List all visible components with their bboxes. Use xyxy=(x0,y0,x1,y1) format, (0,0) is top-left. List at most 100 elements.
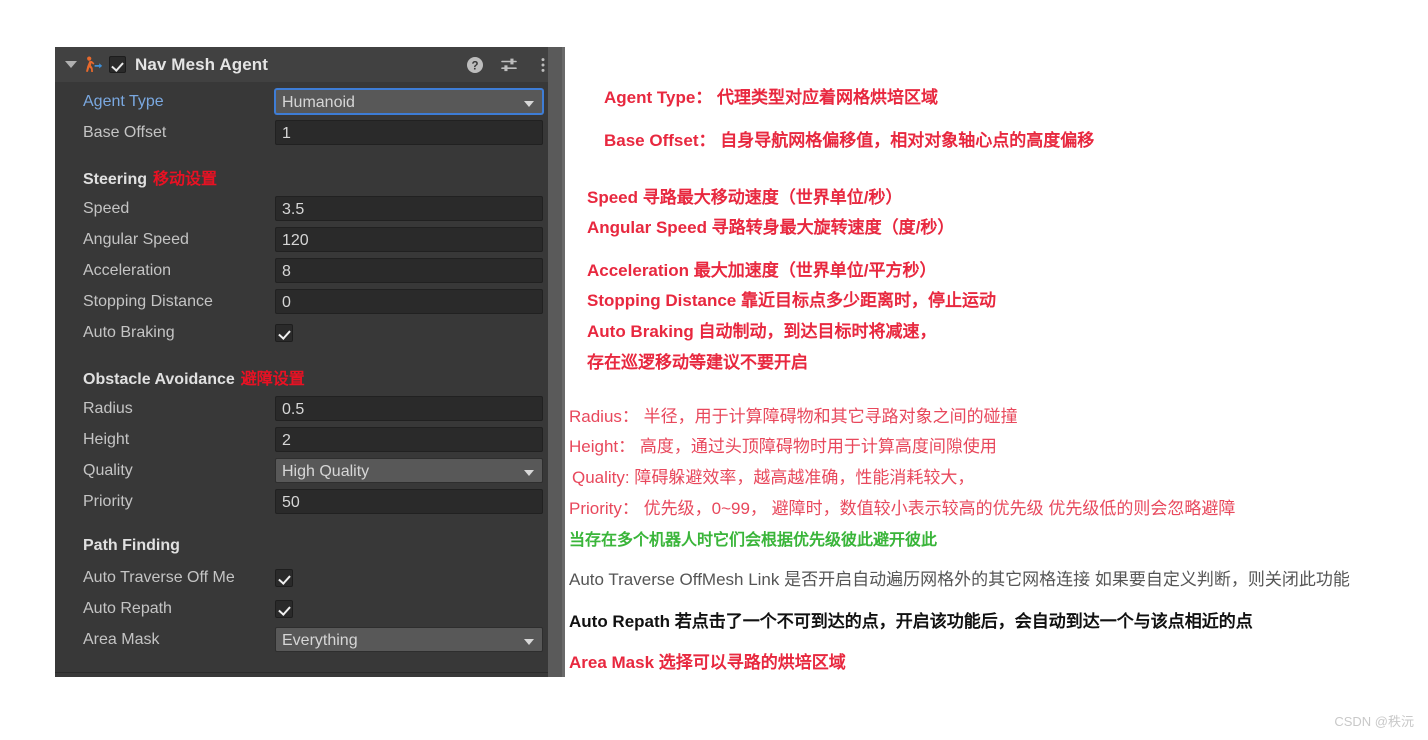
annotation-agent-type-note: Agent Type： 代理类型对应着网格烘培区域 xyxy=(604,88,939,107)
section-title-annotation: 避障设置 xyxy=(240,371,305,388)
property-row-area-mask: Area Mask Everything xyxy=(55,624,562,655)
svg-text:?: ? xyxy=(471,60,478,72)
property-label: Height xyxy=(83,430,130,448)
dropdown-quality[interactable]: High Quality xyxy=(275,458,543,483)
checkbox-auto-braking[interactable] xyxy=(275,323,293,342)
property-label: Auto Traverse Off Me xyxy=(83,568,235,586)
section-header-obstacle-avoidance: Obstacle Avoidance 避障设置 xyxy=(55,361,562,393)
section-title-wrap: Steering 移动设置 xyxy=(83,165,562,189)
input-angular-speed[interactable]: 120 xyxy=(275,227,543,252)
property-label: Area Mask xyxy=(83,630,160,648)
property-row-angular-speed: Angular Speed 120 xyxy=(55,224,562,255)
property-label: Stopping Distance xyxy=(83,292,213,310)
input-height[interactable]: 2 xyxy=(275,427,543,452)
annotation-radius-note: Radius： 半径，用于计算障碍物和其它寻路对象之间的碰撞 xyxy=(569,407,1018,426)
input-speed[interactable]: 3.5 xyxy=(275,196,543,221)
watermark: CSDN @秩沅 xyxy=(1334,714,1414,729)
property-label: Radius xyxy=(83,399,133,417)
annotation-priority-note-green: 当存在多个机器人时它们会根据优先级彼此避开彼此 xyxy=(569,532,938,549)
property-row-agent-type: Agent Type Humanoid xyxy=(55,86,562,117)
field-value: 0 xyxy=(282,294,291,311)
property-row-auto-repath: Auto Repath xyxy=(55,593,562,624)
inspector-body: Agent Type Humanoid Base Offset 1 Steering 移动… xyxy=(55,82,562,655)
section-title: Steering xyxy=(83,171,148,188)
property-label: Speed xyxy=(83,199,130,217)
vertical-scrollbar[interactable] xyxy=(548,47,562,677)
property-label: Quality xyxy=(83,461,133,479)
property-row-auto-braking: Auto Braking xyxy=(55,317,562,348)
property-row-base-offset: Base Offset 1 xyxy=(55,117,562,148)
triangle-down-icon[interactable] xyxy=(63,57,79,73)
field-value: High Quality xyxy=(282,463,370,480)
checkbox-auto-traverse-off-me[interactable] xyxy=(275,568,293,587)
property-row-stopping-distance: Stopping Distance 0 xyxy=(55,286,562,317)
section-title-wrap: Path Finding xyxy=(83,537,562,555)
annotation-angular-speed-note: Angular Speed 寻路转身最大旋转速度（度/秒） xyxy=(587,218,955,237)
chevron-down-icon xyxy=(524,101,534,107)
nav-mesh-agent-icon xyxy=(83,55,103,75)
header-icon-group: ? xyxy=(466,47,552,82)
annotation-stopping-distance-note: Stopping Distance 靠近目标点多少距离时，停止运动 xyxy=(587,291,996,310)
annotation-auto-braking-note-2: 存在巡逻移动等建议不要开启 xyxy=(587,353,808,372)
property-row-priority: Priority 50 xyxy=(55,486,562,517)
input-priority[interactable]: 50 xyxy=(275,489,543,514)
input-stopping-distance[interactable]: 0 xyxy=(275,289,543,314)
chevron-down-icon xyxy=(524,470,534,476)
field-value: 2 xyxy=(282,432,291,449)
panel-bottom-rule xyxy=(55,672,562,673)
annotation-priority-note: Priority： 优先级，0~99， 避障时，数值较小表示较高的优先级 优先级… xyxy=(569,499,1236,518)
component-title: Nav Mesh Agent xyxy=(135,54,269,74)
property-row-quality: Quality High Quality xyxy=(55,455,562,486)
section-header-path-finding: Path Finding xyxy=(55,530,562,562)
annotation-base-offset-note: Base Offset： 自身导航网格偏移值，相对对象轴心点的高度偏移 xyxy=(604,131,1095,150)
input-radius[interactable]: 0.5 xyxy=(275,396,543,421)
annotation-auto-repath-note: Auto Repath 若点击了一个不可到达的点，开启该功能后，会自动到达一个与… xyxy=(569,612,1253,631)
field-value: Everything xyxy=(282,632,358,649)
section-title-annotation: 移动设置 xyxy=(153,171,218,188)
annotation-acceleration-note: Acceleration 最大加速度（世界单位/平方秒） xyxy=(587,261,937,280)
annotation-height-note: Height： 高度，通过头顶障碍物时用于计算高度间隙使用 xyxy=(569,437,997,456)
checkbox-auto-repath[interactable] xyxy=(275,599,293,618)
property-row-auto-traverse-off-me: Auto Traverse Off Me xyxy=(55,562,562,593)
section-title: Path Finding xyxy=(83,537,180,554)
dropdown-agent-type[interactable]: Humanoid xyxy=(275,89,543,114)
field-value: 0.5 xyxy=(282,401,305,418)
component-enabled-checkbox[interactable] xyxy=(109,56,126,73)
annotation-speed-note: Speed 寻路最大移动速度（世界单位/秒） xyxy=(587,188,903,207)
help-icon[interactable]: ? xyxy=(466,56,484,74)
inspector-panel: Nav Mesh Agent ? Agent Type Humanoid Bas… xyxy=(55,47,565,677)
annotation-auto-traverse-note: Auto Traverse OffMesh Link 是否开启自动遍历网格外的其… xyxy=(569,570,1350,589)
annotation-auto-braking-note: Auto Braking 自动制动，到达目标时将减速， xyxy=(587,322,937,341)
property-row-speed: Speed 3.5 xyxy=(55,193,562,224)
field-value: 8 xyxy=(282,263,291,280)
property-label: Agent Type xyxy=(83,92,164,110)
property-label: Priority xyxy=(83,492,133,510)
field-value: 50 xyxy=(282,494,300,511)
section-title: Obstacle Avoidance xyxy=(83,371,235,388)
annotation-quality-note: Quality: 障碍躲避效率，越高越准确，性能消耗较大， xyxy=(572,468,975,487)
chevron-down-icon xyxy=(524,639,534,645)
section-title-wrap: Obstacle Avoidance 避障设置 xyxy=(83,365,562,389)
annotation-area-mask-note: Area Mask 选择可以寻路的烘培区域 xyxy=(569,653,846,672)
property-label: Angular Speed xyxy=(83,230,189,248)
field-value: 120 xyxy=(282,232,309,249)
dropdown-area-mask[interactable]: Everything xyxy=(275,627,543,652)
property-label: Acceleration xyxy=(83,261,172,279)
property-row-radius: Radius 0.5 xyxy=(55,393,562,424)
field-value: 3.5 xyxy=(282,201,305,218)
component-header[interactable]: Nav Mesh Agent ? xyxy=(55,47,562,82)
property-row-acceleration: Acceleration 8 xyxy=(55,255,562,286)
property-row-height: Height 2 xyxy=(55,424,562,455)
input-acceleration[interactable]: 8 xyxy=(275,258,543,283)
property-label: Auto Repath xyxy=(83,599,172,617)
property-label: Auto Braking xyxy=(83,323,175,341)
field-value: 1 xyxy=(282,125,291,142)
preset-icon[interactable] xyxy=(500,56,518,74)
input-base-offset[interactable]: 1 xyxy=(275,120,543,145)
section-header-steering: Steering 移动设置 xyxy=(55,161,562,193)
field-value: Humanoid xyxy=(282,94,355,111)
property-label: Base Offset xyxy=(83,123,167,141)
